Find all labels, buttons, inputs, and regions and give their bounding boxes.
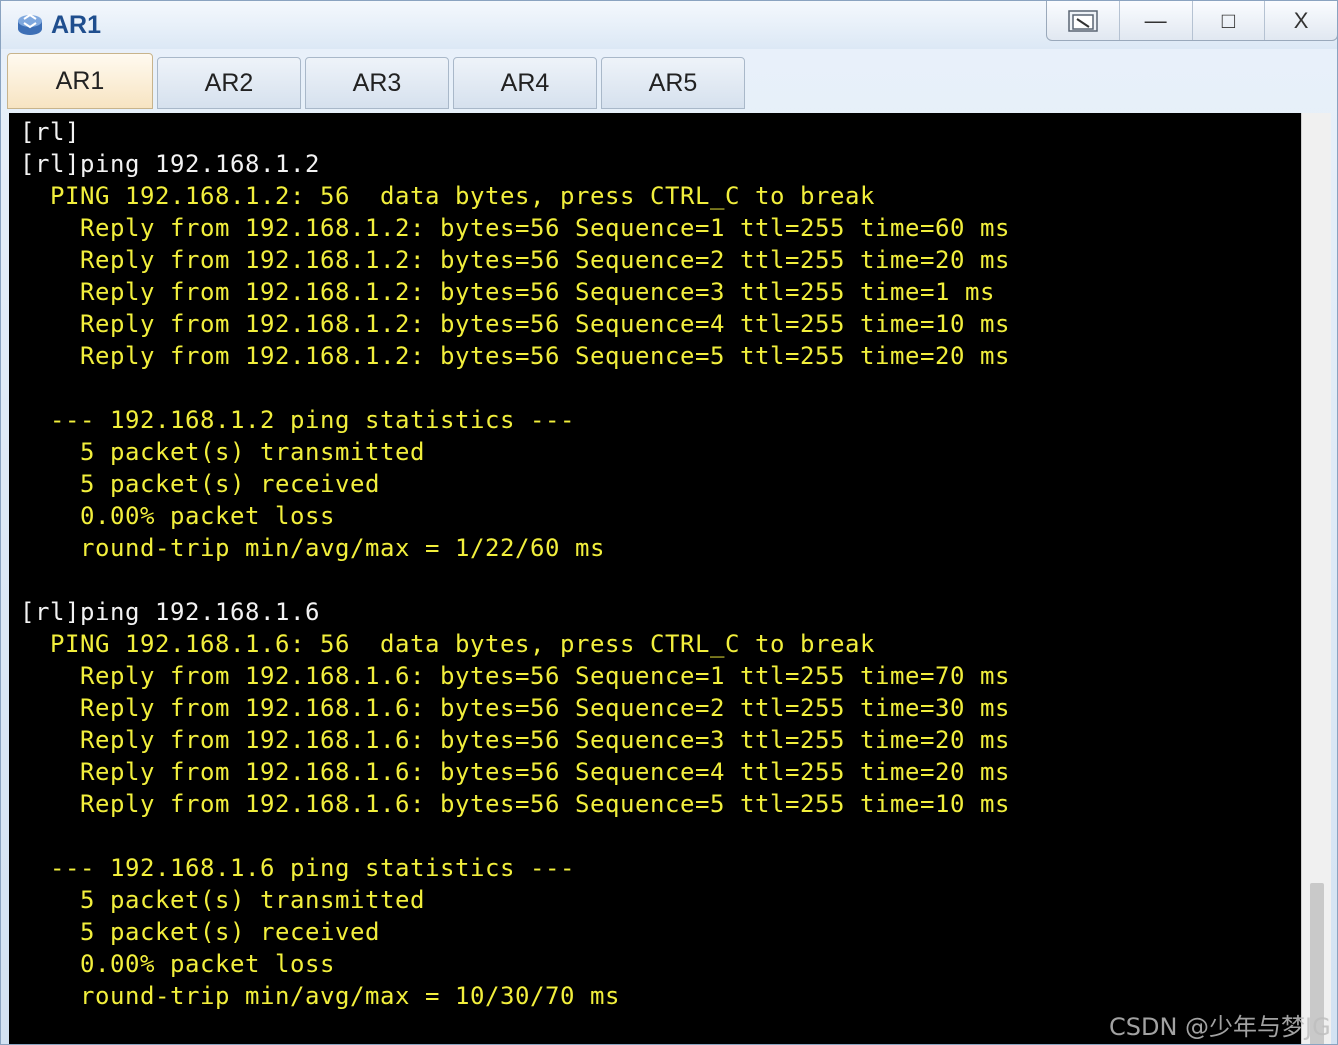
tab-label: AR2	[204, 68, 254, 97]
tab-ar1[interactable]: AR1	[7, 53, 153, 109]
terminal-line: Reply from 192.168.1.2: bytes=56 Sequenc…	[20, 342, 1010, 370]
terminal-scrollbar[interactable]	[1301, 113, 1331, 1044]
terminal-line: [rl]	[20, 118, 80, 146]
tab-label: AR4	[500, 68, 550, 97]
terminal-line: Reply from 192.168.1.6: bytes=56 Sequenc…	[20, 790, 1010, 818]
tab-ar3[interactable]: AR3	[305, 57, 449, 109]
terminal-line: round-trip min/avg/max = 1/22/60 ms	[20, 534, 605, 562]
terminal-line: 5 packet(s) transmitted	[20, 438, 425, 466]
window-title: AR1	[51, 11, 102, 39]
minimize-icon: —	[1144, 7, 1167, 33]
restore-button[interactable]	[1047, 1, 1119, 40]
minimize-button[interactable]: —	[1118, 1, 1192, 40]
title-bar[interactable]: AR1 — □ X	[1, 1, 1337, 49]
terminal-output: [rl] [rl]ping 192.168.1.2 PING 192.168.1.…	[20, 116, 1010, 1012]
terminal-line: 0.00% packet loss	[20, 502, 335, 530]
terminal-line: [rl]ping 192.168.1.2	[20, 150, 320, 178]
maximize-icon: □	[1221, 7, 1236, 33]
terminal-line: 5 packet(s) received	[20, 470, 380, 498]
terminal-line: [rl]ping 192.168.1.6	[20, 598, 320, 626]
terminal-line: 5 packet(s) received	[20, 918, 380, 946]
terminal-line: PING 192.168.1.6: 56 data bytes, press C…	[20, 630, 875, 658]
terminal-line: Reply from 192.168.1.2: bytes=56 Sequenc…	[20, 278, 995, 306]
terminal-line: Reply from 192.168.1.6: bytes=56 Sequenc…	[20, 694, 1010, 722]
maximize-button[interactable]: □	[1191, 1, 1265, 40]
router-icon	[18, 13, 42, 35]
terminal-line: PING 192.168.1.2: 56 data bytes, press C…	[20, 182, 875, 210]
terminal-line: Reply from 192.168.1.2: bytes=56 Sequenc…	[20, 246, 1010, 274]
terminal-line: 0.00% packet loss	[20, 950, 335, 978]
terminal-line: Reply from 192.168.1.6: bytes=56 Sequenc…	[20, 758, 1010, 786]
tab-ar4[interactable]: AR4	[453, 57, 597, 109]
terminal-console[interactable]: [rl] [rl]ping 192.168.1.2 PING 192.168.1.…	[9, 113, 1301, 1044]
terminal-line: Reply from 192.168.1.2: bytes=56 Sequenc…	[20, 214, 1010, 242]
terminal-line: --- 192.168.1.6 ping statistics ---	[20, 854, 575, 882]
tab-label: AR5	[648, 68, 698, 97]
device-tab-bar: AR1 AR2 AR3 AR4 AR5	[7, 53, 1333, 111]
terminal-line: Reply from 192.168.1.2: bytes=56 Sequenc…	[20, 310, 1010, 338]
close-button[interactable]: X	[1264, 1, 1337, 40]
terminal-line: --- 192.168.1.2 ping statistics ---	[20, 406, 575, 434]
close-icon: X	[1293, 7, 1309, 33]
window-controls: — □ X	[1046, 1, 1337, 41]
restore-window-icon	[1068, 9, 1098, 32]
tab-ar2[interactable]: AR2	[157, 57, 301, 109]
watermark: CSDN @少年与梦JG	[1109, 1013, 1331, 1041]
tab-ar5[interactable]: AR5	[601, 57, 745, 109]
terminal-line: Reply from 192.168.1.6: bytes=56 Sequenc…	[20, 662, 1010, 690]
terminal-line: round-trip min/avg/max = 10/30/70 ms	[20, 982, 620, 1010]
tab-label: AR3	[352, 68, 402, 97]
tab-label: AR1	[55, 66, 105, 95]
terminal-line: Reply from 192.168.1.6: bytes=56 Sequenc…	[20, 726, 1010, 754]
terminal-line: 5 packet(s) transmitted	[20, 886, 425, 914]
ensp-terminal-window: AR1 — □ X AR1 AR2 AR3 AR4 AR5 [rl] [rl]p…	[0, 0, 1338, 1045]
